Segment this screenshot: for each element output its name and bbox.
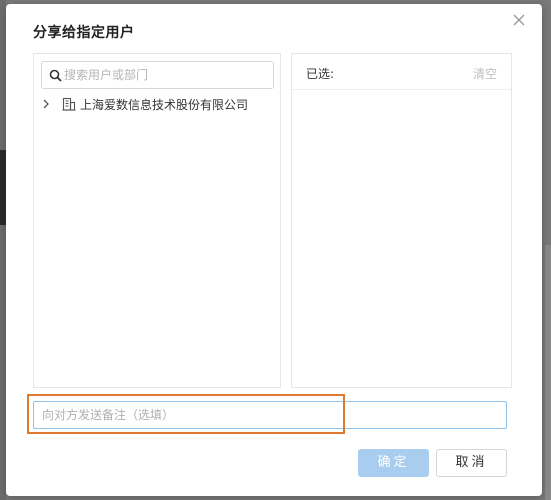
confirm-button[interactable]: 确定: [358, 449, 429, 477]
search-input[interactable]: [64, 65, 269, 85]
search-icon: [49, 69, 62, 82]
note-input[interactable]: [42, 405, 497, 425]
close-icon[interactable]: [512, 13, 526, 27]
background-content-right: [545, 245, 551, 500]
chevron-right-icon[interactable]: [42, 99, 50, 109]
dialog-title: 分享给指定用户: [33, 25, 135, 41]
selected-panel: 已选: 清空: [291, 53, 512, 388]
clear-button[interactable]: 清空: [473, 65, 497, 82]
tree-node-company[interactable]: 上海爱数信息技术股份有限公司: [40, 95, 276, 113]
share-dialog: 分享给指定用户 上海爱数信息技术股份有限公司: [6, 4, 542, 496]
selected-label: 已选:: [306, 67, 335, 81]
tree-node-label: 上海爱数信息技术股份有限公司: [80, 97, 249, 112]
search-box[interactable]: [41, 61, 274, 89]
cancel-button[interactable]: 取消: [436, 449, 507, 477]
selected-header: 已选: 清空: [292, 54, 511, 90]
note-field[interactable]: [33, 401, 507, 429]
user-tree-panel: 上海爱数信息技术股份有限公司: [33, 53, 281, 388]
building-icon: [62, 97, 76, 111]
